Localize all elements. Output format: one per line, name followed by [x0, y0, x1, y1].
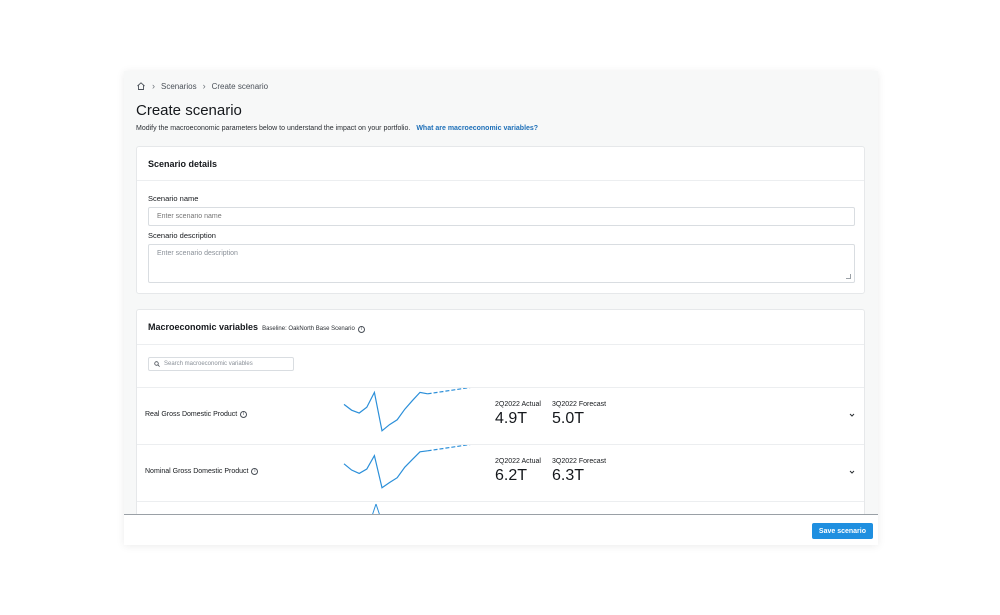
search-placeholder: Search macroeconomic variables	[164, 361, 253, 367]
actual-metric: 2Q2022 Actual 4.9T	[495, 401, 541, 428]
search-icon	[154, 361, 160, 367]
info-icon[interactable]: i	[251, 468, 259, 475]
forecast-metric: 3Q2022 Forecast 6.3T	[552, 458, 606, 485]
forecast-label: 3Q2022 Forecast	[552, 458, 607, 465]
scenario-description-label: Scenario description	[148, 231, 216, 240]
chevron-down-icon[interactable]	[848, 468, 856, 476]
breadcrumb-separator-icon: ›	[152, 81, 155, 91]
home-icon[interactable]	[136, 81, 146, 91]
scenario-name-label: Scenario name	[148, 194, 199, 203]
actual-label: 2Q2022 Actual	[495, 401, 541, 408]
save-scenario-button[interactable]: Save scenario	[811, 523, 873, 539]
forecast-value: 6.3T	[552, 467, 585, 484]
forecast-value: 5.0T	[552, 410, 585, 427]
scenario-details-card: Scenario details Scenario name Scenario …	[136, 146, 865, 294]
sparkline-actual	[343, 450, 428, 489]
macro-variables-card: Macroeconomic variables Baseline: OakNor…	[136, 309, 865, 545]
macro-variables-header: Macroeconomic variables Baseline: OakNor…	[137, 310, 864, 345]
scenario-description-input[interactable]: Enter scenario description	[148, 244, 855, 283]
trend-sparkline	[343, 388, 471, 432]
create-scenario-panel: › Scenarios › Create scenario Create sce…	[124, 71, 878, 545]
actual-value: 6.2T	[495, 467, 528, 484]
variable-name: Nominal Gross Domestic Product	[145, 468, 249, 475]
breadcrumb-scenarios[interactable]: Scenarios	[161, 82, 197, 91]
help-link[interactable]: What are macroeconomic variables?	[416, 125, 538, 132]
page-subtitle: Modify the macroeconomic parameters belo…	[136, 125, 538, 132]
page-title: Create scenario	[136, 102, 242, 119]
info-icon[interactable]: i	[240, 411, 248, 418]
info-icon[interactable]: i	[357, 326, 365, 333]
macro-row-label: Nominal Gross Domestic Product i	[145, 468, 259, 475]
description-placeholder: Enter scenario description	[157, 250, 238, 257]
sparkline-forecast	[427, 388, 471, 395]
sparkline-forecast	[427, 445, 471, 452]
macro-row[interactable]: Real Gross Domestic Product i 2Q2022 Act…	[137, 387, 864, 444]
macro-search-input[interactable]: Search macroeconomic variables	[148, 357, 294, 371]
actual-value: 4.9T	[495, 410, 528, 427]
macro-variables-title: Macroeconomic variables	[148, 322, 259, 332]
macro-row-label: Real Gross Domestic Product i	[145, 411, 248, 418]
subtitle-text: Modify the macroeconomic parameters belo…	[136, 125, 411, 132]
baseline-label: Baseline: OakNorth Base Scenario	[262, 326, 355, 332]
actual-metric: 2Q2022 Actual 6.2T	[495, 458, 541, 485]
trend-sparkline	[343, 445, 471, 489]
forecast-label: 3Q2022 Forecast	[552, 401, 607, 408]
chevron-down-icon[interactable]	[848, 411, 856, 419]
macro-row[interactable]: Nominal Gross Domestic Product i 2Q2022 …	[137, 444, 864, 501]
breadcrumb-separator-icon: ›	[202, 81, 206, 91]
scenario-details-header: Scenario details	[137, 147, 864, 181]
breadcrumb: › Scenarios › Create scenario	[136, 81, 268, 91]
breadcrumb-current: Create scenario	[211, 81, 269, 91]
actual-label: 2Q2022 Actual	[495, 458, 541, 465]
resize-handle-icon[interactable]	[846, 274, 851, 279]
variable-name: Real Gross Domestic Product	[145, 411, 238, 418]
footer-bar: Save scenario	[124, 514, 878, 545]
forecast-metric: 3Q2022 Forecast 5.0T	[552, 401, 606, 428]
scenario-name-input[interactable]	[148, 207, 855, 226]
sparkline-actual	[343, 390, 428, 432]
